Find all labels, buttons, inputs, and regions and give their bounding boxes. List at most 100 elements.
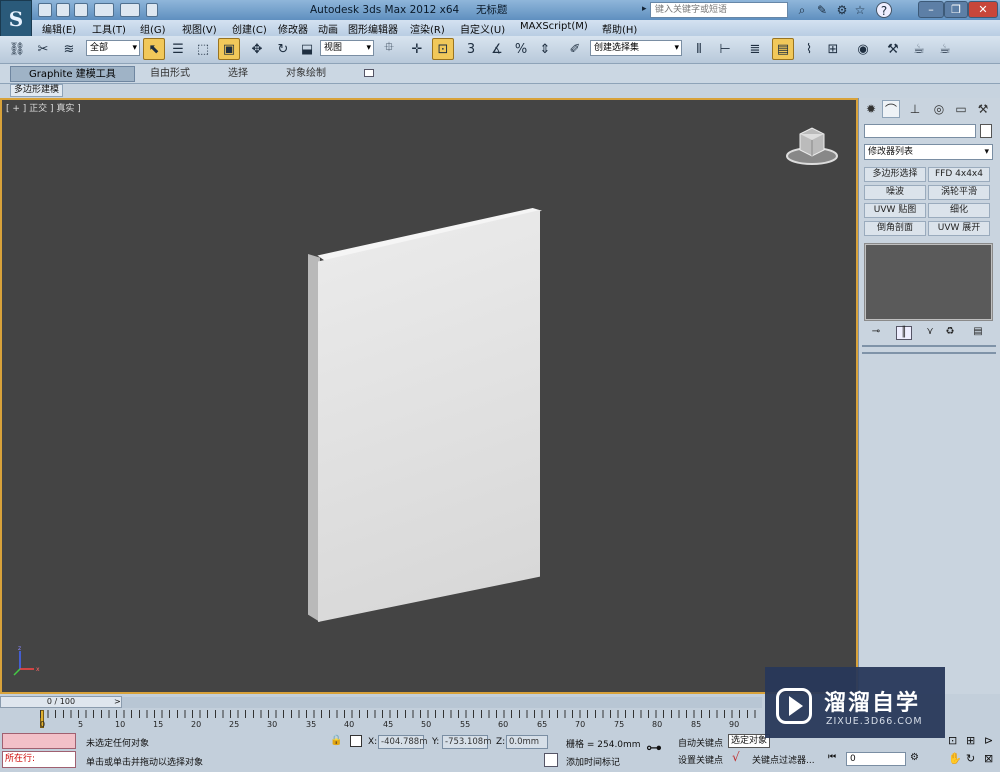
exchange-icon[interactable]: ⚙ [834, 2, 850, 18]
render-production-icon[interactable]: ☕ [934, 38, 956, 60]
schematic-view-icon[interactable]: ⊞ [822, 38, 844, 60]
scale-icon[interactable]: ⬓ [296, 38, 318, 60]
modifier-button[interactable]: 倒角剖面 [864, 221, 926, 236]
show-end-result-icon[interactable]: ║ [896, 326, 912, 340]
rendered-frame-icon[interactable]: ☕ [908, 38, 930, 60]
viewcube-icon[interactable] [786, 124, 838, 166]
percent-snap-icon[interactable]: % [510, 38, 532, 60]
window-crossing-icon[interactable]: ▣ [218, 38, 240, 60]
render-setup-icon[interactable]: ⚒ [882, 38, 904, 60]
pan-icon[interactable]: ✋ [948, 752, 962, 765]
object-name-field[interactable] [864, 124, 976, 138]
modify-tab-icon[interactable]: ⌒ [882, 100, 900, 118]
select-manipulate-icon[interactable]: ✛ [406, 38, 428, 60]
key-filters-button[interactable]: 关键点过滤器... [752, 753, 815, 766]
remove-modifier-icon[interactable]: ♻ [942, 326, 958, 340]
new-file-icon[interactable] [38, 3, 52, 17]
time-tag-icon[interactable] [544, 753, 558, 767]
key-selection-dropdown[interactable]: 选定对象 [728, 734, 770, 748]
binoculars-icon[interactable]: ⌕ [794, 2, 810, 18]
tab-object-paint[interactable]: 对象绘制 [268, 66, 344, 82]
menu-modifiers[interactable]: 修改器 [278, 21, 308, 36]
rotate-icon[interactable]: ↻ [272, 38, 294, 60]
favorites-icon[interactable]: ☆ [852, 2, 868, 18]
menu-graph-editors[interactable]: 图形编辑器 [348, 21, 398, 36]
help-icon[interactable]: ? [876, 2, 892, 18]
display-tab-icon[interactable]: ▭ [952, 100, 970, 118]
redo-icon[interactable] [120, 3, 140, 17]
graphite-toggle-icon[interactable]: ▤ [772, 38, 794, 60]
time-config-icon[interactable]: ⚙ [910, 752, 919, 763]
select-by-name-icon[interactable]: ☰ [167, 38, 189, 60]
menu-customize[interactable]: 自定义(U) [460, 21, 505, 36]
quick-access-dropdown-icon[interactable] [146, 3, 158, 17]
go-to-start-icon[interactable]: ⏮ [828, 752, 836, 762]
select-object-icon[interactable]: ⬉ [143, 38, 165, 60]
configure-sets-icon[interactable]: ▤ [970, 326, 986, 340]
utilities-tab-icon[interactable]: ⚒ [974, 100, 992, 118]
time-slider[interactable]: 0 / 100 [0, 696, 122, 708]
absolute-mode-icon[interactable] [350, 735, 362, 747]
menu-help[interactable]: 帮助(H) [602, 21, 637, 36]
modifier-button[interactable]: UVW 展开 [928, 221, 990, 236]
save-file-icon[interactable] [74, 3, 88, 17]
next-frame-icon[interactable]: > [114, 697, 121, 706]
object-color-swatch[interactable] [980, 124, 992, 138]
key-mode-icon[interactable]: √ [732, 750, 740, 764]
undo-icon[interactable] [94, 3, 114, 17]
modifier-button[interactable]: 细化 [928, 203, 990, 218]
search-input[interactable]: 键入关键字或短语 [650, 2, 788, 18]
app-logo-button[interactable]: S [0, 0, 32, 38]
add-time-tag[interactable]: 添加时间标记 [566, 755, 620, 768]
motion-tab-icon[interactable]: ◎ [930, 100, 948, 118]
menu-edit[interactable]: 编辑(E) [42, 21, 76, 36]
lock-selection-icon[interactable]: 🔒 [330, 735, 342, 746]
ribbon-options-icon[interactable] [364, 69, 374, 77]
pin-stack-icon[interactable]: ⊸ [868, 326, 884, 340]
rectangular-selection-icon[interactable]: ⬚ [192, 38, 214, 60]
zoom-all-icon[interactable]: ⊞ [966, 734, 975, 747]
menu-create[interactable]: 创建(C) [232, 21, 267, 36]
modifier-stack[interactable] [864, 243, 993, 321]
modifier-button[interactable]: 多边形选择 [864, 167, 926, 182]
modifier-button[interactable]: 涡轮平滑 [928, 185, 990, 200]
menu-tools[interactable]: 工具(T) [92, 21, 126, 36]
make-unique-icon[interactable]: ⋎ [922, 326, 938, 340]
angle-snap-icon[interactable]: ∡ [486, 38, 508, 60]
box-object[interactable] [318, 210, 540, 622]
link-icon[interactable]: ⛓ [6, 38, 28, 60]
modifier-button[interactable]: 噪波 [864, 185, 926, 200]
restore-button[interactable]: ❐ [944, 1, 968, 18]
open-file-icon[interactable] [56, 3, 70, 17]
keyboard-shortcut-override-icon[interactable]: ⊡ [432, 38, 454, 60]
modifier-list-dropdown[interactable]: 修改器列表 [864, 144, 993, 160]
close-button[interactable]: ✕ [968, 1, 998, 18]
current-frame-field[interactable]: 0 [846, 752, 906, 766]
edit-named-selection-icon[interactable]: ✐ [564, 38, 586, 60]
z-coordinate-field[interactable]: 0.0mm [506, 735, 548, 749]
menu-animation[interactable]: 动画 [318, 21, 338, 36]
spinner-snap-icon[interactable]: ⇕ [534, 38, 556, 60]
mirror-icon[interactable]: ⫴ [688, 38, 710, 60]
minimize-button[interactable]: – [918, 1, 944, 18]
maximize-viewport-icon[interactable]: ⊠ [984, 752, 993, 765]
layer-manager-icon[interactable]: ≣ [744, 38, 766, 60]
menu-rendering[interactable]: 渲染(R) [410, 21, 445, 36]
hierarchy-tab-icon[interactable]: ⊥ [906, 100, 924, 118]
move-icon[interactable]: ✥ [246, 38, 268, 60]
material-editor-icon[interactable]: ◉ [852, 38, 874, 60]
align-icon[interactable]: ⊢ [714, 38, 736, 60]
x-coordinate-field[interactable]: -404.788m [378, 735, 428, 749]
menu-views[interactable]: 视图(V) [182, 21, 217, 36]
set-key-icon[interactable]: ⊶ [646, 738, 662, 757]
pivot-center-icon[interactable]: ⯐ [378, 38, 400, 60]
maxscript-mini-listener[interactable]: 所在行: [2, 751, 76, 768]
tab-freeform[interactable]: 自由形式 [132, 66, 208, 82]
named-selection-dropdown[interactable]: 创建选择集 [590, 40, 682, 56]
bind-spacewarp-icon[interactable]: ≋ [58, 38, 80, 60]
modifier-button[interactable]: UVW 贴图 [864, 203, 926, 218]
modifier-button[interactable]: FFD 4x4x4 [928, 167, 990, 182]
tab-selection[interactable]: 选择 [210, 66, 266, 82]
selection-filter-dropdown[interactable]: 全部 [86, 40, 140, 56]
tab-graphite[interactable]: Graphite 建模工具 [10, 66, 135, 82]
